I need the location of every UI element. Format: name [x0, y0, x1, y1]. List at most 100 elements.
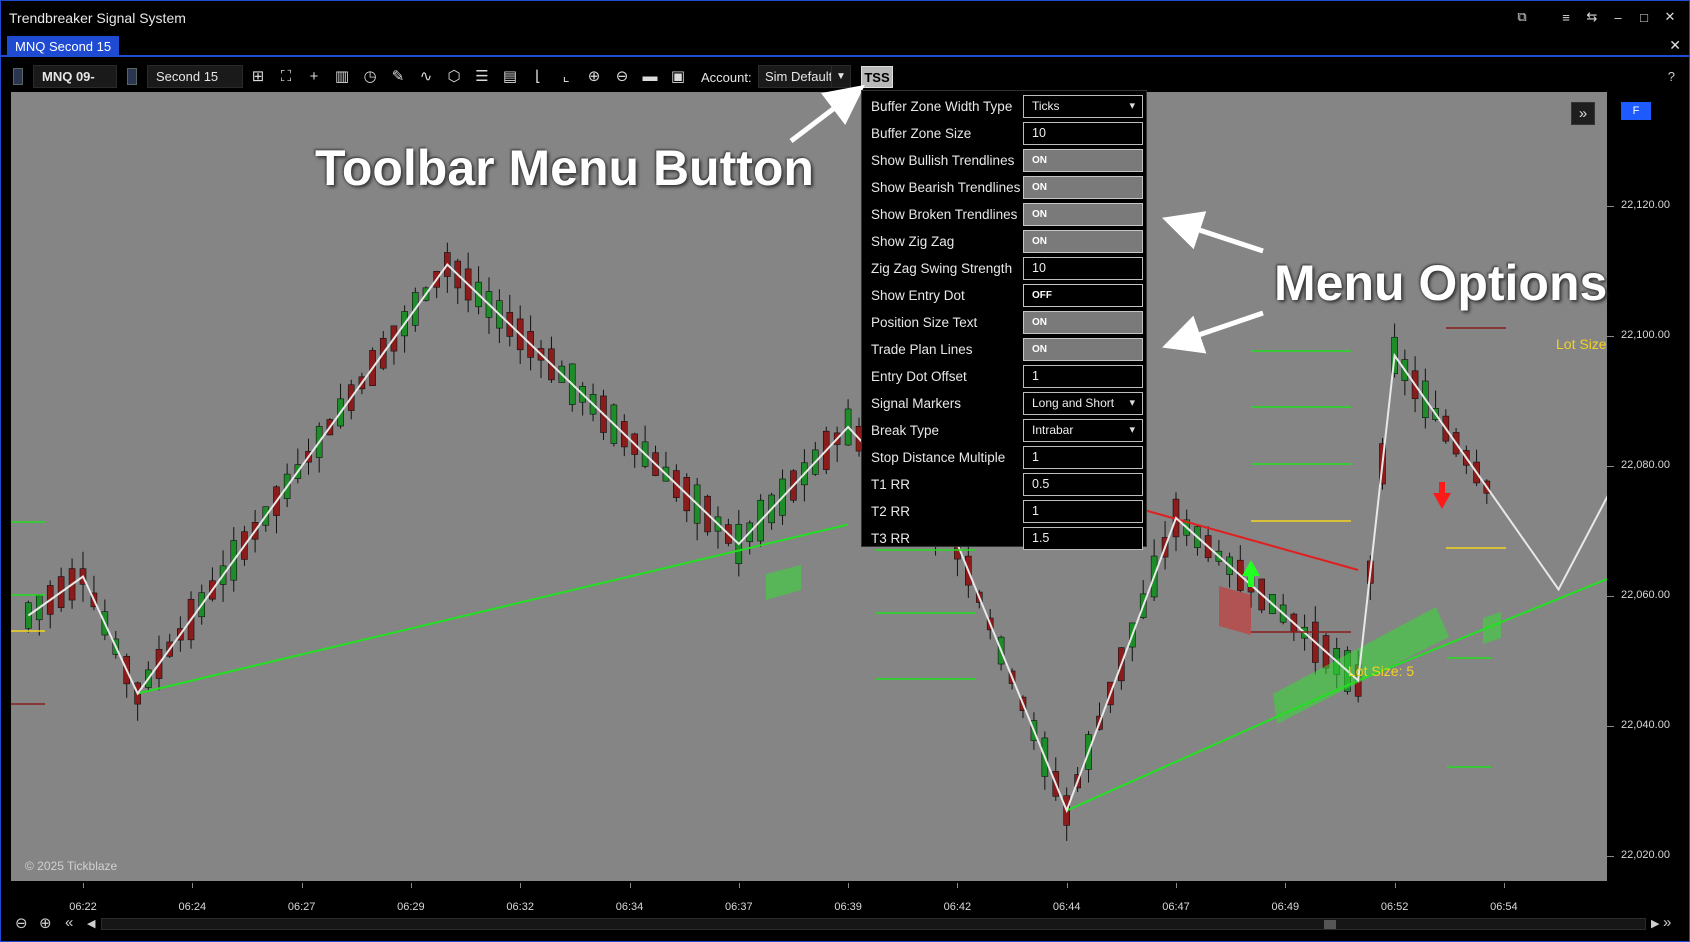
- dropdown-select[interactable]: Intrabar: [1023, 419, 1143, 442]
- time-axis[interactable]: 06:22 06:24 06:27 06:29 06:32 06:34 06:37 06:39…: [11, 881, 1607, 917]
- menu-row-t3-rr: T3 RR 1.5: [862, 525, 1148, 552]
- bar-width-icon[interactable]: ⊞: [247, 66, 269, 88]
- timeframe-field[interactable]: Second 15: [147, 65, 243, 88]
- price-tick-label: 22,120.00: [1621, 199, 1670, 211]
- menu-option-label: T3 RR: [871, 531, 911, 546]
- zoom-out-icon[interactable]: ⊖: [611, 66, 633, 88]
- numeric-input[interactable]: 1: [1023, 500, 1143, 523]
- zoom-in-icon[interactable]: ⊕: [583, 66, 605, 88]
- lot-size-label: Lot Size: [1556, 336, 1607, 352]
- time-tick: [738, 883, 740, 888]
- instrument-link-icon[interactable]: [13, 68, 23, 85]
- minimize-icon[interactable]: –: [1605, 7, 1631, 27]
- annotation-menu-options: Menu Options: [1274, 255, 1608, 311]
- axis-icon[interactable]: ⌊: [527, 66, 549, 88]
- scroll-end-icon[interactable]: »: [1663, 914, 1671, 931]
- instrument-field[interactable]: MNQ 09-25: [33, 65, 117, 105]
- menu-icon[interactable]: ≡: [1553, 7, 1579, 27]
- price-axis[interactable]: 22,120.00 22,100.00 22,080.00 22,060.00 22,0…: [1607, 92, 1689, 881]
- axis-scale-icon[interactable]: ⌞: [555, 66, 577, 88]
- time-tick: [301, 883, 303, 888]
- close-icon[interactable]: ✕: [1657, 7, 1683, 27]
- dropdown-select[interactable]: Long and Short: [1023, 392, 1143, 415]
- toggle-switch[interactable]: OFF: [1023, 284, 1143, 307]
- price-tick-label: 22,100.00: [1621, 329, 1670, 341]
- lot-size-label: Lot Size: 5: [1348, 663, 1415, 679]
- window-controls: ⧉ ≡ ⇆ – □ ✕: [1509, 7, 1683, 27]
- price-tick: [1607, 726, 1614, 727]
- menu-row-show-zig-zag: Show Zig Zag ON: [862, 228, 1148, 255]
- timeframe-link-icon[interactable]: [127, 68, 137, 85]
- time-tick: [1394, 883, 1396, 888]
- toggle-switch[interactable]: ON: [1023, 338, 1143, 361]
- zoom-out-icon[interactable]: ⊖: [15, 914, 28, 932]
- menu-option-label: Trade Plan Lines: [871, 342, 973, 357]
- short-signal-marker: [1433, 482, 1451, 509]
- chart-toolbar: MNQ 09-25 Second 15 ⊞ ⛶ + ▥ ◷ ✎ ∿ ⬡ ☰ ▤ …: [1, 61, 1689, 105]
- scroll-start-icon[interactable]: «: [65, 914, 73, 931]
- toggle-switch[interactable]: ON: [1023, 203, 1143, 226]
- title-bar: Trendbreaker Signal System ⧉ ≡ ⇆ – □ ✕: [1, 1, 1689, 33]
- bull-buffer-zone: [766, 565, 801, 600]
- numeric-input[interactable]: 1: [1023, 365, 1143, 388]
- price-tick-label: 22,020.00: [1621, 849, 1670, 861]
- menu-option-label: T2 RR: [871, 504, 911, 519]
- chevron-down-icon[interactable]: ▼: [831, 65, 851, 88]
- chart-panel[interactable]: [11, 92, 1607, 881]
- menu-row-position-size-text: Position Size Text ON: [862, 309, 1148, 336]
- tab-mnq-second-15[interactable]: MNQ Second 15: [7, 36, 120, 57]
- pencil-icon[interactable]: ✎: [387, 66, 409, 88]
- numeric-input[interactable]: 1: [1023, 446, 1143, 469]
- menu-option-label: Show Entry Dot: [871, 288, 965, 303]
- menu-row-buffer-zone-size: Buffer Zone Size 10: [862, 120, 1148, 147]
- menu-option-label: Show Broken Trendlines: [871, 207, 1018, 222]
- draw-tools-icon[interactable]: ∿: [415, 66, 437, 88]
- document-icon[interactable]: ▤: [499, 66, 521, 88]
- scroll-thumb[interactable]: [1324, 920, 1336, 929]
- clock-icon[interactable]: ◷: [359, 66, 381, 88]
- help-icon[interactable]: ?: [1668, 69, 1675, 84]
- crosshair-icon[interactable]: +: [303, 66, 325, 88]
- menu-row-t1-rr: T1 RR 0.5: [862, 471, 1148, 498]
- time-tick-label: 06:52: [1380, 901, 1409, 913]
- screenshot-icon[interactable]: ⧉: [1509, 7, 1535, 27]
- f-badge[interactable]: F: [1621, 102, 1651, 120]
- tab-close-icon[interactable]: ✕: [1669, 37, 1681, 54]
- price-tick: [1607, 206, 1614, 207]
- menu-option-label: T1 RR: [871, 477, 911, 492]
- numeric-input[interactable]: 0.5: [1023, 473, 1143, 496]
- menu-option-label: Show Zig Zag: [871, 234, 955, 249]
- numeric-input[interactable]: 1.5: [1023, 527, 1143, 550]
- numeric-input[interactable]: 10: [1023, 122, 1143, 145]
- link-icon[interactable]: ⇆: [1579, 7, 1605, 27]
- toggle-switch[interactable]: ON: [1023, 311, 1143, 334]
- folder-icon[interactable]: ▬: [639, 66, 661, 88]
- annotation-toolbar-menu-button: Toolbar Menu Button: [315, 140, 814, 196]
- menu-row-entry-dot-offset: Entry Dot Offset 1: [862, 363, 1148, 390]
- expand-panel-icon[interactable]: »: [1571, 102, 1595, 125]
- tss-toolbar-menu-button[interactable]: TSS: [861, 66, 893, 88]
- tss-options-menu: Buffer Zone Width TypeTicksBuffer Zone S…: [861, 90, 1148, 550]
- bar-style-icon[interactable]: ▥: [331, 66, 353, 88]
- price-tick-label: 22,040.00: [1621, 719, 1670, 731]
- dropdown-select[interactable]: Ticks: [1023, 95, 1143, 118]
- scroll-track[interactable]: [101, 918, 1646, 930]
- cube-icon[interactable]: ⬡: [443, 66, 465, 88]
- toggle-switch[interactable]: ON: [1023, 176, 1143, 199]
- zoom-in-icon[interactable]: ⊕: [39, 914, 52, 932]
- toggle-switch[interactable]: ON: [1023, 230, 1143, 253]
- fit-chart-icon[interactable]: ⛶: [275, 66, 297, 88]
- app-window: Trendbreaker Signal System ⧉ ≡ ⇆ – □ ✕ M…: [0, 0, 1690, 942]
- save-icon[interactable]: ▣: [667, 66, 689, 88]
- list-icon[interactable]: ☰: [471, 66, 493, 88]
- time-tick-label: 06:42: [943, 901, 972, 913]
- maximize-icon[interactable]: □: [1631, 7, 1657, 27]
- time-tick-label: 06:27: [287, 901, 316, 913]
- menu-option-label: Buffer Zone Width Type: [871, 99, 1013, 114]
- toggle-switch[interactable]: ON: [1023, 149, 1143, 172]
- menu-option-label: Buffer Zone Size: [871, 126, 972, 141]
- time-tick: [848, 883, 850, 888]
- scroll-right-icon[interactable]: ▶: [1651, 917, 1659, 930]
- scroll-left-icon[interactable]: ◀: [87, 917, 95, 930]
- numeric-input[interactable]: 10: [1023, 257, 1143, 280]
